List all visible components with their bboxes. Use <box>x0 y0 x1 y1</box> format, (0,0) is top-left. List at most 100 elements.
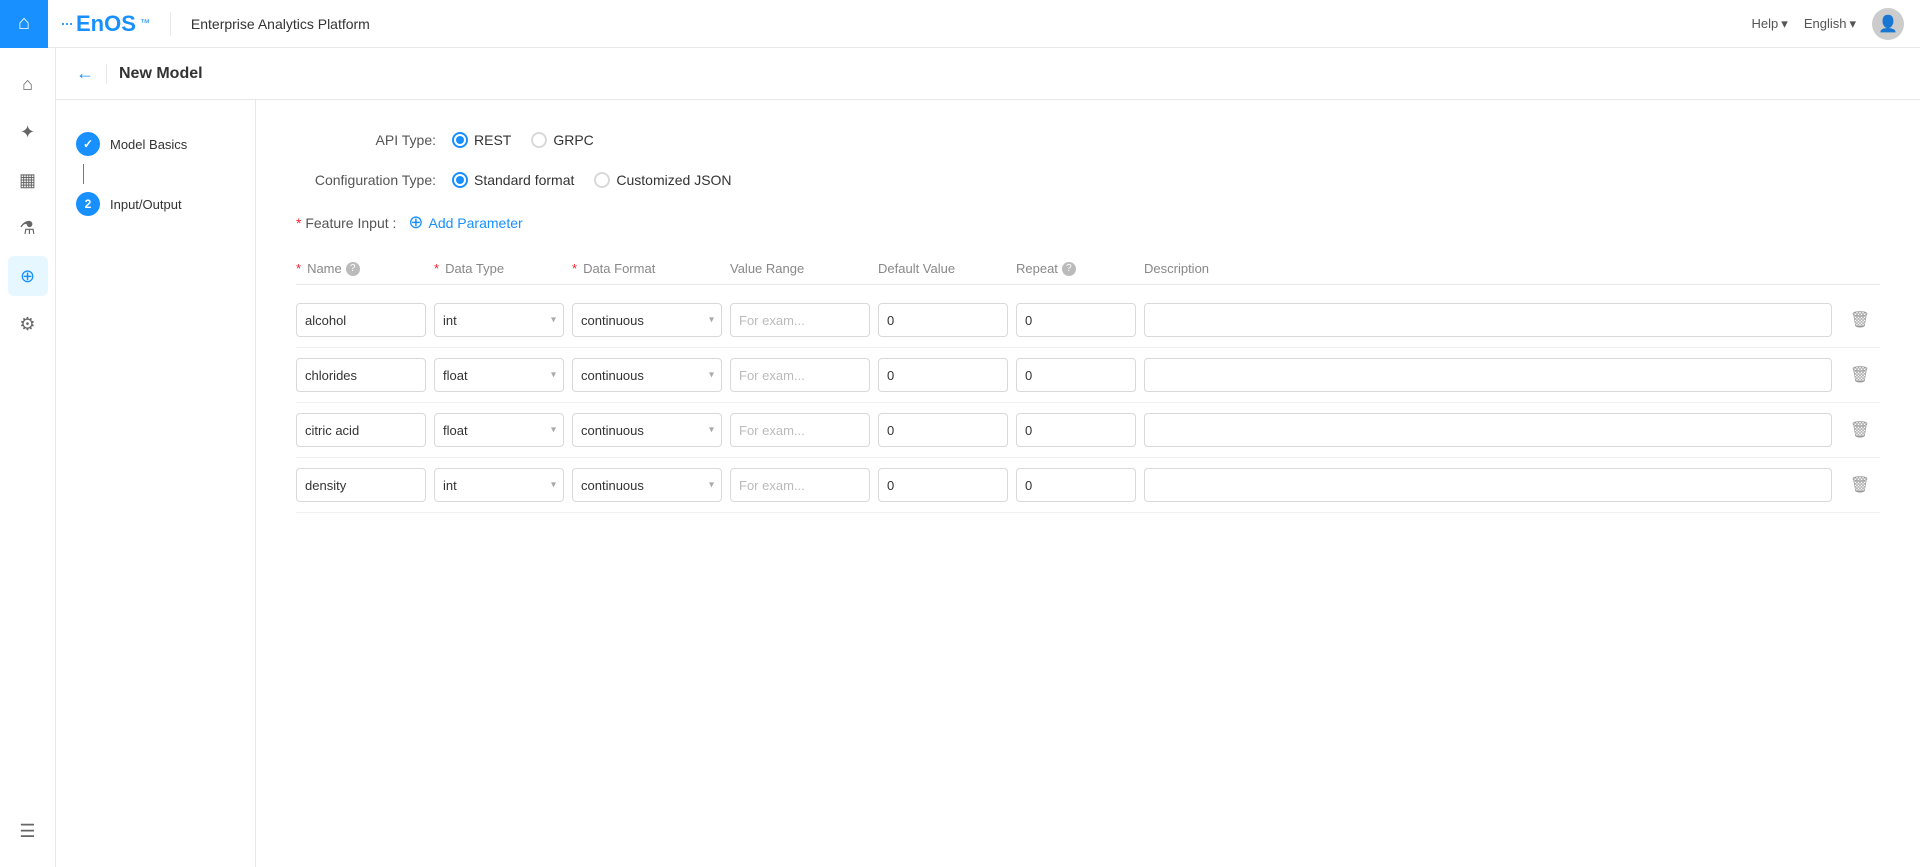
data-type-wrapper-1: intfloatstringboolean▾ <box>434 358 564 392</box>
api-type-grpc-radio[interactable] <box>531 132 547 148</box>
sidebar-item-data[interactable]: ⊕ <box>8 256 48 296</box>
value-range-input-0[interactable]: For exam... <box>730 303 870 337</box>
data-format-wrapper-0: continuousdiscretecategorical▾ <box>572 303 722 337</box>
step-2: 2 Input/Output <box>72 184 239 224</box>
value-range-input-3[interactable]: For exam... <box>730 468 870 502</box>
description-input-3[interactable] <box>1144 468 1832 502</box>
sidebar-icons: ⌂ ✦ ▦ ⚗ ⊕ ⚙ ☰ <box>0 48 56 867</box>
data-format-select-1[interactable]: continuousdiscretecategorical <box>572 358 722 392</box>
avatar-icon: 👤 <box>1878 14 1898 34</box>
language-label: English <box>1804 16 1847 31</box>
param-name-input-3[interactable] <box>296 468 426 502</box>
param-name-input-2[interactable] <box>296 413 426 447</box>
col-repeat-label: Repeat <box>1016 261 1058 276</box>
col-header-value-range: Value Range <box>730 261 870 276</box>
default-value-input-0[interactable] <box>878 303 1008 337</box>
col-value-range-label: Value Range <box>730 261 804 276</box>
data-format-select-3[interactable]: continuousdiscretecategorical <box>572 468 722 502</box>
default-value-input-2[interactable] <box>878 413 1008 447</box>
repeat-input-2[interactable] <box>1016 413 1136 447</box>
language-button[interactable]: English ▾ <box>1804 16 1856 32</box>
description-input-0[interactable] <box>1144 303 1832 337</box>
api-type-rest-radio[interactable] <box>452 132 468 148</box>
col-header-repeat: Repeat ? <box>1016 261 1136 276</box>
default-value-input-1[interactable] <box>878 358 1008 392</box>
data-format-wrapper-3: continuousdiscretecategorical▾ <box>572 468 722 502</box>
param-row-0: intfloatstringboolean▾continuousdiscrete… <box>296 293 1880 348</box>
config-type-json-option[interactable]: Customized JSON <box>594 172 731 188</box>
topbar-divider <box>170 12 171 36</box>
add-parameter-button[interactable]: ⊕ Add Parameter <box>408 212 522 233</box>
data-type-select-3[interactable]: intfloatstringboolean <box>434 468 564 502</box>
back-button[interactable]: ← <box>76 63 94 84</box>
content-area: ✓ Model Basics 2 Input/Output API Type: <box>56 100 1920 867</box>
col-header-default-value: Default Value <box>878 261 1008 276</box>
data-type-wrapper-2: intfloatstringboolean▾ <box>434 413 564 447</box>
data-type-select-2[interactable]: intfloatstringboolean <box>434 413 564 447</box>
add-param-icon: ⊕ <box>408 212 423 233</box>
data-type-select-0[interactable]: intfloatstringboolean <box>434 303 564 337</box>
data-format-select-2[interactable]: continuousdiscretecategorical <box>572 413 722 447</box>
col-data-format-label: Data Format <box>583 261 655 276</box>
step-1-circle: ✓ <box>76 132 100 156</box>
param-name-input-1[interactable] <box>296 358 426 392</box>
data-format-wrapper-1: continuousdiscretecategorical▾ <box>572 358 722 392</box>
sidebar-item-lab[interactable]: ⚗ <box>8 208 48 248</box>
col-data-type-label: Data Type <box>445 261 504 276</box>
repeat-help-icon[interactable]: ? <box>1062 262 1076 276</box>
col-header-description: Description <box>1144 261 1832 276</box>
sidebar-item-settings[interactable]: ⚙ <box>8 304 48 344</box>
required-star: * <box>296 215 301 231</box>
delete-param-button-1[interactable]: 🗑 <box>1840 365 1880 385</box>
col-header-action <box>1840 261 1880 276</box>
language-chevron-icon: ▾ <box>1849 16 1856 32</box>
delete-param-button-2[interactable]: 🗑 <box>1840 420 1880 440</box>
config-type-standard-radio[interactable] <box>452 172 468 188</box>
repeat-input-1[interactable] <box>1016 358 1136 392</box>
topbar-actions: Help ▾ English ▾ 👤 <box>1752 8 1904 40</box>
page-header: ← New Model <box>56 48 1920 100</box>
description-input-2[interactable] <box>1144 413 1832 447</box>
data-format-select-0[interactable]: continuousdiscretecategorical <box>572 303 722 337</box>
sidebar-bottom: ☰ <box>0 811 55 851</box>
sidebar-item-dashboard[interactable]: ▦ <box>8 160 48 200</box>
data-type-select-1[interactable]: intfloatstringboolean <box>434 358 564 392</box>
form-area: API Type: REST GRPC Configurat <box>256 100 1920 867</box>
col-header-data-type: Data Type <box>434 261 564 276</box>
col-description-label: Description <box>1144 261 1209 276</box>
data-format-wrapper-2: continuousdiscretecategorical▾ <box>572 413 722 447</box>
config-type-json-radio[interactable] <box>594 172 610 188</box>
value-range-input-1[interactable]: For exam... <box>730 358 870 392</box>
user-avatar[interactable]: 👤 <box>1872 8 1904 40</box>
step-1: ✓ Model Basics <box>72 124 239 164</box>
sidebar-item-analytics[interactable]: ✦ <box>8 112 48 152</box>
steps-sidebar: ✓ Model Basics 2 Input/Output <box>56 100 256 867</box>
config-type-row: Configuration Type: Standard format Cust… <box>296 172 1880 188</box>
back-arrow-icon: ← <box>76 63 94 84</box>
home-button[interactable]: ⌂ <box>0 0 48 48</box>
feature-input-row: * Feature Input : ⊕ Add Parameter <box>296 212 1880 233</box>
sidebar-item-home[interactable]: ⌂ <box>8 64 48 104</box>
name-help-icon[interactable]: ? <box>346 262 360 276</box>
param-row-2: intfloatstringboolean▾continuousdiscrete… <box>296 403 1880 458</box>
config-type-standard-option[interactable]: Standard format <box>452 172 574 188</box>
repeat-input-3[interactable] <box>1016 468 1136 502</box>
description-input-1[interactable] <box>1144 358 1832 392</box>
api-type-rest-label: REST <box>474 132 511 148</box>
help-button[interactable]: Help ▾ <box>1752 16 1788 32</box>
col-name-label: Name <box>307 261 342 276</box>
sidebar-item-menu[interactable]: ☰ <box>8 811 48 851</box>
default-value-input-3[interactable] <box>878 468 1008 502</box>
page-title: New Model <box>119 65 203 83</box>
repeat-input-0[interactable] <box>1016 303 1136 337</box>
feature-label-text: Feature Input : <box>305 215 396 231</box>
param-name-input-0[interactable] <box>296 303 426 337</box>
api-type-rest-option[interactable]: REST <box>452 132 511 148</box>
step-2-circle: 2 <box>76 192 100 216</box>
header-divider <box>106 64 107 84</box>
logo-tm: ™ <box>140 18 150 29</box>
delete-param-button-0[interactable]: 🗑 <box>1840 310 1880 330</box>
api-type-grpc-option[interactable]: GRPC <box>531 132 593 148</box>
value-range-input-2[interactable]: For exam... <box>730 413 870 447</box>
delete-param-button-3[interactable]: 🗑 <box>1840 475 1880 495</box>
